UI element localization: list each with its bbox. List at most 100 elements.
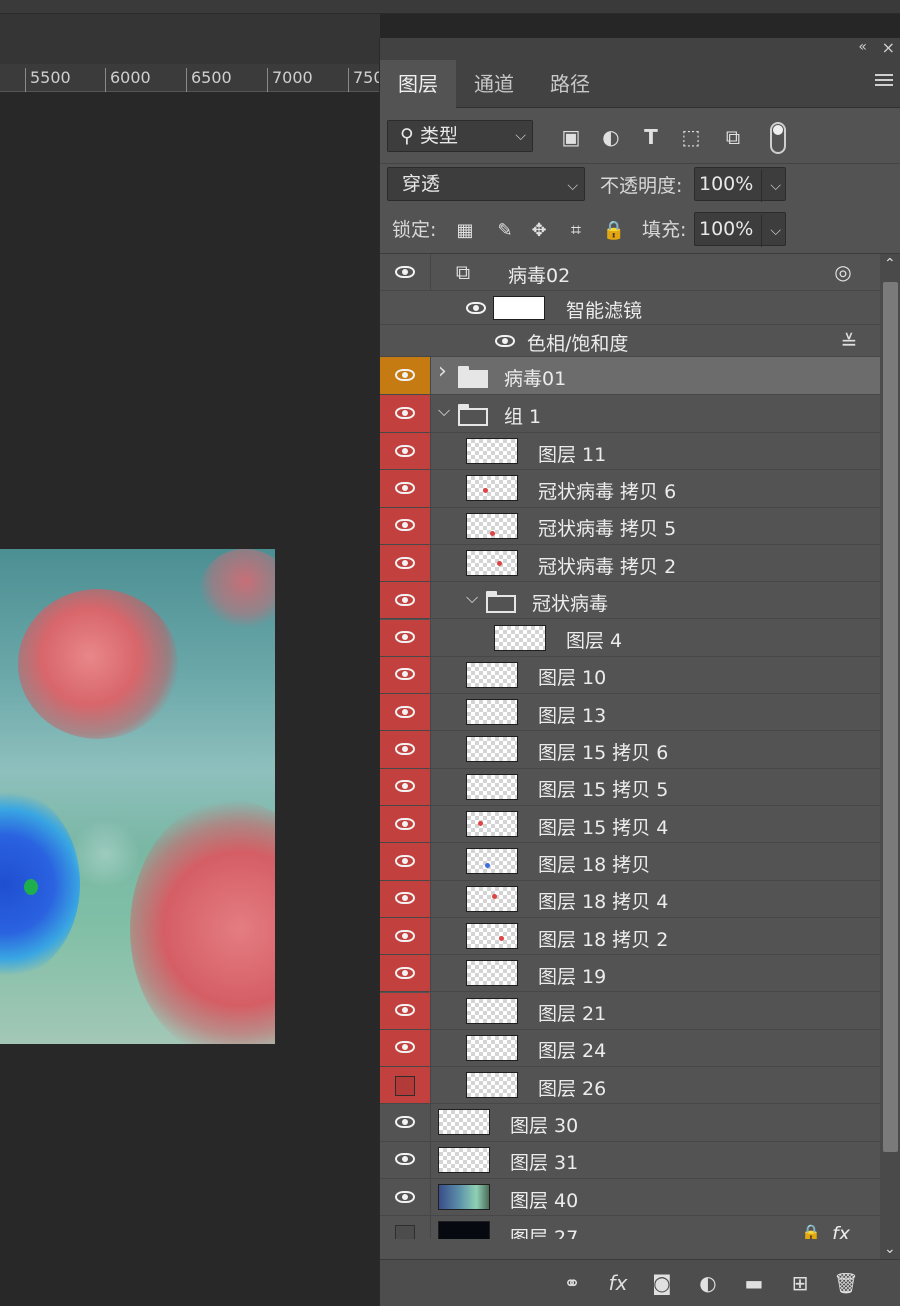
eye-icon[interactable] (395, 1116, 415, 1129)
eye-icon[interactable] (395, 705, 415, 718)
layer-thumbnail[interactable] (494, 624, 546, 651)
chevron-down-icon[interactable]: ⌄ (884, 1241, 896, 1257)
tab-paths[interactable]: 路径 (532, 60, 608, 108)
lock-all-icon[interactable]: 🔒 (601, 218, 627, 244)
layer-row[interactable]: 图层 13 (380, 694, 880, 732)
lock-artboard-icon[interactable]: ⌗ (563, 218, 589, 244)
layer-name[interactable]: 病毒02 (508, 261, 570, 288)
layer-row[interactable]: 冠状病毒 拷贝 5 (380, 507, 880, 545)
layer-row[interactable]: › 病毒01 (380, 357, 880, 395)
layer-name[interactable]: 冠状病毒 (532, 589, 608, 616)
eye-icon[interactable] (395, 481, 415, 494)
hidden-visibility-box[interactable] (395, 1075, 415, 1096)
filter-toggle-switch[interactable] (770, 122, 786, 154)
eye-icon[interactable] (395, 444, 415, 457)
eye-icon[interactable] (395, 929, 415, 942)
type-filter-icon[interactable]: T (638, 124, 664, 150)
visibility-toggle[interactable] (380, 694, 431, 731)
layer-name[interactable]: 图层 11 (538, 440, 606, 467)
layer-name[interactable]: 图层 15 拷贝 6 (538, 738, 668, 765)
layer-row[interactable]: 图层 10 (380, 656, 880, 695)
eye-icon[interactable] (395, 407, 415, 419)
layer-name[interactable]: 图层 21 (538, 999, 606, 1026)
chevron-down-icon[interactable]: ⌵ (438, 401, 450, 421)
layer-row[interactable]: 图层 15 拷贝 4 (380, 806, 880, 844)
visibility-toggle[interactable] (380, 507, 431, 544)
layer-list-scrollbar[interactable]: ⌃ ⌄ (880, 254, 900, 1259)
visibility-toggle[interactable] (380, 880, 431, 917)
layer-row[interactable]: 智能滤镜 (380, 291, 880, 325)
scrollbar-thumb[interactable] (883, 282, 898, 1152)
eye-icon[interactable] (395, 668, 415, 681)
layer-row[interactable]: 图层 21 (380, 992, 880, 1030)
visibility-toggle[interactable] (380, 843, 431, 880)
layer-thumbnail[interactable] (466, 549, 518, 576)
add-mask-icon[interactable]: ◙ (648, 1269, 676, 1297)
new-group-icon[interactable]: ▬ (740, 1269, 768, 1297)
layer-row[interactable]: ⌵ 组 1 (380, 395, 880, 433)
visibility-toggle[interactable] (380, 806, 431, 843)
layer-name[interactable]: 图层 10 (538, 663, 606, 690)
layer-name[interactable]: 图层 18 拷贝 4 (538, 887, 668, 914)
layer-thumbnail[interactable] (466, 773, 518, 800)
visibility-toggle[interactable] (380, 917, 431, 955)
layer-thumbnail[interactable] (466, 960, 518, 987)
visibility-toggle[interactable] (380, 955, 431, 992)
visibility-toggle[interactable] (380, 544, 431, 582)
visibility-toggle[interactable] (380, 470, 431, 507)
document-canvas-image[interactable] (0, 549, 275, 1044)
eye-icon[interactable] (495, 335, 515, 347)
chevron-up-icon[interactable]: ⌃ (884, 256, 896, 272)
visibility-toggle[interactable] (380, 254, 431, 290)
eye-icon[interactable] (395, 1153, 415, 1166)
layer-name[interactable]: 冠状病毒 拷贝 6 (538, 477, 676, 504)
layer-row[interactable]: 图层 18 拷贝 4 (380, 880, 880, 918)
layer-row[interactable]: 图层 11 (380, 433, 880, 471)
layer-effects-icon[interactable]: fx (832, 1223, 850, 1239)
layer-thumbnail[interactable] (438, 1146, 490, 1173)
layer-thumbnail[interactable] (466, 512, 518, 539)
layer-row[interactable]: ≚ 色相/饱和度 (380, 325, 880, 357)
filter-mask-thumbnail[interactable] (493, 296, 545, 320)
layer-name[interactable]: 病毒01 (504, 364, 566, 391)
hidden-visibility-box[interactable] (395, 1224, 415, 1239)
layer-row[interactable]: 图层 4 (380, 619, 880, 657)
smart-object-filter-icon[interactable]: ⧉ (720, 124, 746, 150)
layer-thumbnail[interactable] (466, 1072, 518, 1099)
layer-name[interactable]: 图层 15 拷贝 4 (538, 813, 668, 840)
layer-row[interactable]: 图层 31 (380, 1141, 880, 1179)
layer-thumbnail[interactable] (466, 438, 518, 464)
layer-thumbnail[interactable] (466, 661, 518, 688)
visibility-toggle[interactable] (380, 768, 431, 805)
layer-row[interactable]: ⌵ 冠状病毒 (380, 582, 880, 620)
delete-layer-icon[interactable]: 🗑 (832, 1269, 860, 1297)
layer-thumbnail[interactable] (438, 1221, 490, 1239)
layer-thumbnail[interactable] (466, 699, 518, 726)
lock-position-icon[interactable]: ✥ (526, 218, 552, 244)
visibility-toggle[interactable] (380, 731, 431, 768)
layer-name[interactable]: 图层 18 拷贝 (538, 850, 650, 877)
layer-thumbnail[interactable] (466, 1034, 518, 1061)
eye-icon[interactable] (395, 854, 415, 867)
filter-kind-select[interactable]: ⚲ 类型 ⌵ (387, 120, 533, 152)
eye-icon[interactable] (395, 966, 415, 979)
eye-icon[interactable] (395, 743, 415, 756)
visibility-toggle[interactable] (380, 1104, 431, 1141)
visibility-toggle[interactable] (380, 656, 431, 694)
layer-thumbnail[interactable] (466, 811, 518, 837)
lock-transparency-icon[interactable]: ▦ (452, 218, 478, 244)
chevron-down-icon[interactable]: ⌵ (761, 215, 781, 247)
tab-channels[interactable]: 通道 (456, 60, 532, 108)
fill-input[interactable]: 100% ⌵ (694, 212, 786, 247)
visibility-toggle[interactable] (380, 1141, 431, 1178)
visibility-toggle[interactable] (380, 582, 431, 619)
layer-row[interactable]: 图层 15 拷贝 5 (380, 768, 880, 806)
shape-filter-icon[interactable]: ⬚ (678, 124, 704, 150)
layer-name[interactable]: 图层 13 (538, 701, 606, 728)
image-filter-icon[interactable]: ▣ (558, 124, 584, 150)
layer-name[interactable]: 智能滤镜 (566, 296, 642, 323)
layer-name[interactable]: 图层 18 拷贝 2 (538, 925, 668, 952)
layer-row[interactable]: ⧉ ◎ 病毒02 (380, 254, 880, 291)
layer-name[interactable]: 图层 31 (510, 1148, 578, 1175)
eye-icon[interactable] (395, 1004, 415, 1017)
